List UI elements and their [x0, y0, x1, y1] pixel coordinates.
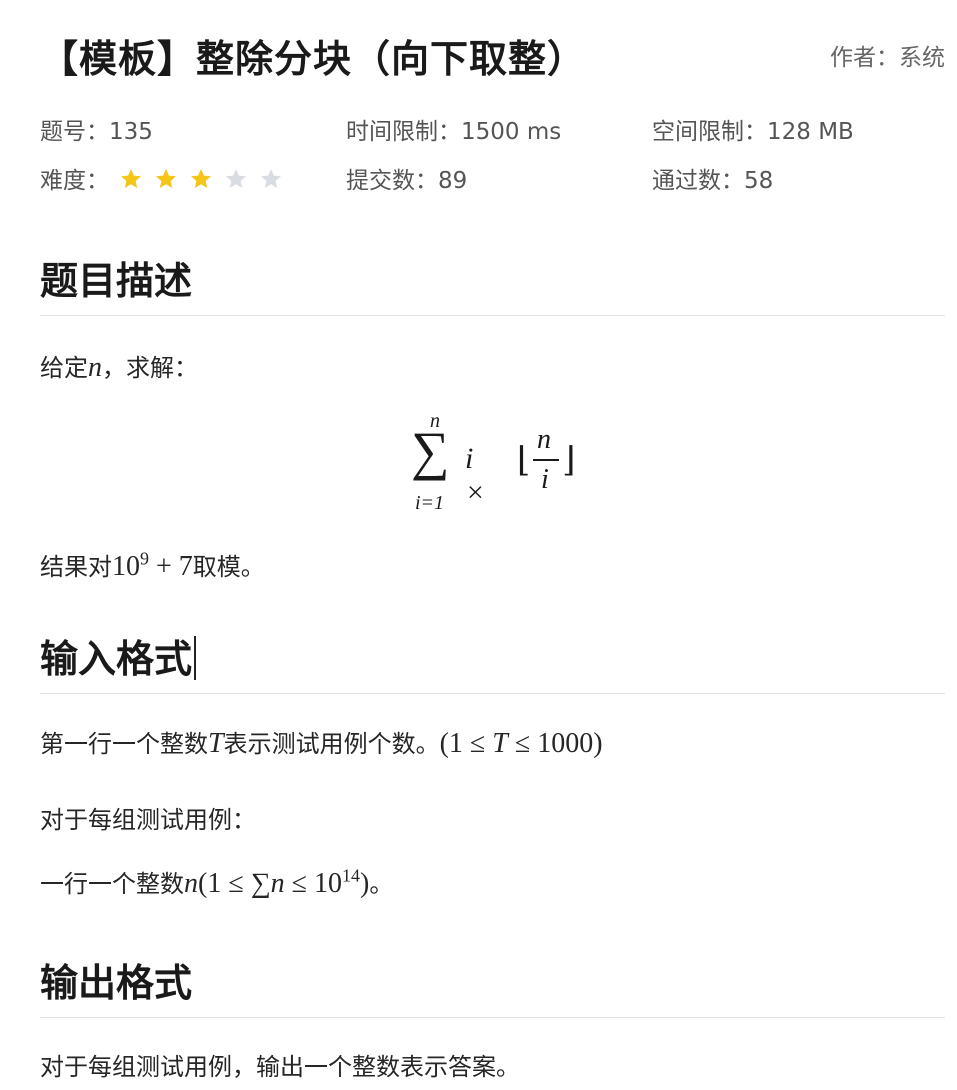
constraint-close: ≤ 1000): [507, 728, 603, 759]
star-filled-icon: [119, 167, 143, 191]
submissions: 提交数：89: [346, 161, 467, 195]
accepted-value: 58: [744, 168, 774, 194]
page-title: 【模板】整除分块（向下取整）: [40, 37, 587, 81]
sum-formula: n ∑ i=1 i × ⌊ n i ⌋: [405, 410, 585, 520]
input-line1-suffix: 表示测试用例个数。: [223, 730, 440, 758]
formula-fraction-bar: [533, 459, 559, 461]
line3-var: n: [184, 868, 198, 899]
submissions-value: 89: [438, 168, 468, 194]
formula-lower: i=1: [415, 492, 445, 514]
output-line-1: 对于每组测试用例，输出一个整数表示答案。: [40, 1053, 520, 1081]
author-info: 作者：系统: [830, 38, 945, 72]
difficulty: 难度：: [40, 161, 294, 197]
description-mod: 结果对109 + 7取模。: [40, 547, 265, 583]
difficulty-label: 难度：: [40, 168, 109, 194]
input-line1-constraint: (1 ≤ T ≤ 1000): [440, 728, 603, 759]
time-limit-label: 时间限制：: [346, 119, 461, 145]
memory-limit-label: 空间限制：: [652, 119, 767, 145]
mod-base: 10: [112, 551, 140, 582]
mod-suffix: 取模。: [192, 553, 265, 581]
line3-var2: n: [270, 868, 285, 899]
accepted: 通过数：58: [652, 161, 773, 195]
input-line-2: 对于每组测试用例：: [40, 806, 256, 834]
input-line-3: 一行一个整数n(1 ≤ ∑n ≤ 1014)。: [40, 864, 393, 900]
intro-var: n: [88, 352, 102, 383]
constraint-open: (1 ≤: [439, 728, 493, 759]
section-heading-output: 输出格式: [40, 952, 945, 1018]
formula-sum: ∑: [411, 421, 450, 481]
time-limit: 时间限制：1500 ms: [346, 112, 561, 146]
line3-open: (1 ≤ ∑: [198, 868, 271, 899]
submissions-label: 提交数：: [346, 168, 438, 194]
star-filled-icon: [154, 167, 178, 191]
memory-limit: 空间限制：128 MB: [652, 112, 854, 146]
input-line-1: 第一行一个整数T表示测试用例个数。(1 ≤ T ≤ 1000): [40, 724, 603, 760]
intro-prefix: 给定: [40, 354, 88, 382]
formula-numerator: n: [537, 424, 551, 455]
problem-page: 【模板】整除分块（向下取整） 作者：系统 题号：135 时间限制：1500 ms…: [0, 0, 957, 1090]
text-cursor: [194, 636, 197, 680]
star-empty-icon: [224, 167, 248, 191]
intro-suffix: ，求解：: [102, 354, 198, 382]
line3-mid: ≤ 10: [284, 868, 343, 899]
input-line1-prefix: 第一行一个整数: [40, 730, 208, 758]
input-line1-var: T: [208, 728, 224, 759]
accepted-label: 通过数：: [652, 168, 744, 194]
star-filled-icon: [189, 167, 213, 191]
problem-id: 题号：135: [40, 112, 153, 146]
formula-term-text: i ×: [465, 442, 486, 509]
star-empty-icon: [259, 167, 283, 191]
description-intro: 给定n，求解：: [40, 348, 198, 384]
line3-close: ): [360, 868, 370, 899]
time-limit-value: 1500 ms: [461, 119, 562, 145]
input-line3-suffix: 。: [369, 870, 394, 898]
formula-lfloor: ⌊: [517, 442, 531, 479]
section-heading-description: 题目描述: [40, 250, 945, 316]
constraint-var: T: [492, 728, 508, 759]
mod-expression: 109 + 7: [112, 548, 193, 582]
author-label: 作者：: [830, 45, 899, 71]
author-name[interactable]: 系统: [899, 45, 945, 71]
formula-denominator: i: [541, 464, 549, 495]
section-heading-input: 输入格式: [40, 628, 945, 694]
input-line3-expression: n(1 ≤ ∑n ≤ 1014): [184, 865, 370, 899]
memory-limit-value: 128 MB: [767, 119, 854, 145]
problem-id-value: 135: [109, 119, 153, 145]
difficulty-stars: [119, 167, 294, 197]
mod-exp: 9: [140, 548, 149, 569]
input-line3-prefix: 一行一个整数: [40, 870, 184, 898]
input-heading-text: 输入格式: [40, 637, 193, 681]
line3-exp: 14: [342, 865, 361, 886]
mod-prefix: 结果对: [40, 553, 112, 581]
problem-id-label: 题号：: [40, 119, 109, 145]
formula-rfloor: ⌋: [562, 442, 576, 479]
mod-tail: + 7: [149, 551, 193, 582]
